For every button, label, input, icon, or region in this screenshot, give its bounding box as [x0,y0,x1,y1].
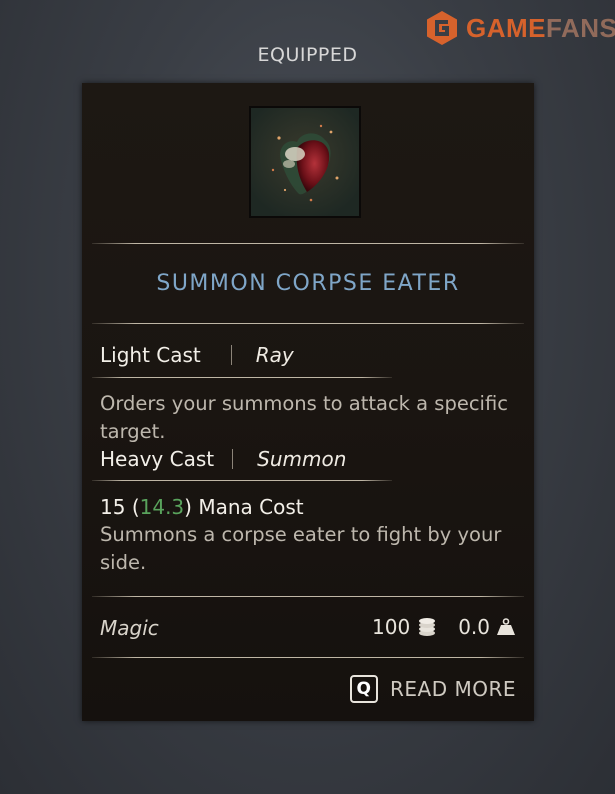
mana-label: Mana Cost [198,495,304,519]
gamefans-logo-icon [427,11,457,45]
spell-name: SUMMON CORPSE EATER [156,271,460,296]
q-key-icon: Q [349,675,378,703]
item-tooltip-card: SUMMON CORPSE EATER Light Cast Ray Order… [82,83,534,721]
light-cast-type: Ray [255,343,294,367]
divider [92,377,392,378]
mana-open-paren: ( [131,495,140,519]
spell-icon-frame [249,106,361,218]
heavy-cast-label: Heavy Cast [100,447,215,471]
mana-close-paren: ) [184,495,192,519]
cast-separator [232,449,234,469]
divider [92,243,524,244]
gamefans-watermark: GAMEFANS [424,10,615,46]
divider [92,657,524,658]
heavy-cast-row: Heavy Cast Summon [100,447,346,471]
heavy-cast-description: Summons a corpse eater to fight by your … [100,523,502,574]
watermark-brand-a: GAME [466,12,546,43]
read-more-button[interactable]: Q READ MORE [349,675,516,703]
item-value: 100 [372,615,411,639]
watermark-text: GAMEFANS [466,13,615,44]
divider [92,480,392,481]
mana-modified: 14.3 [139,495,185,519]
mana-cost: 15 (14.3) Mana Cost [100,495,304,519]
read-more-label: READ MORE [389,677,516,701]
light-cast-description: Orders your summons to attack a specific… [100,392,508,443]
item-category: Magic [100,616,159,640]
watermark-brand-b: FANS [546,12,615,43]
light-cast-label: Light Cast [100,343,201,367]
equipped-heading: EQUIPPED [257,44,358,66]
divider [92,323,524,324]
cast-separator [230,345,232,365]
item-stats: 100 0.0 [372,615,516,639]
divider [92,596,524,597]
coins-icon [419,618,436,636]
light-cast-row: Light Cast Ray [100,343,294,367]
weight-icon [497,618,515,635]
summon-corpse-eater-icon [251,108,359,216]
item-weight: 0.0 [458,615,490,639]
mana-base: 15 [100,495,126,519]
heavy-cast-type: Summon [257,447,347,471]
